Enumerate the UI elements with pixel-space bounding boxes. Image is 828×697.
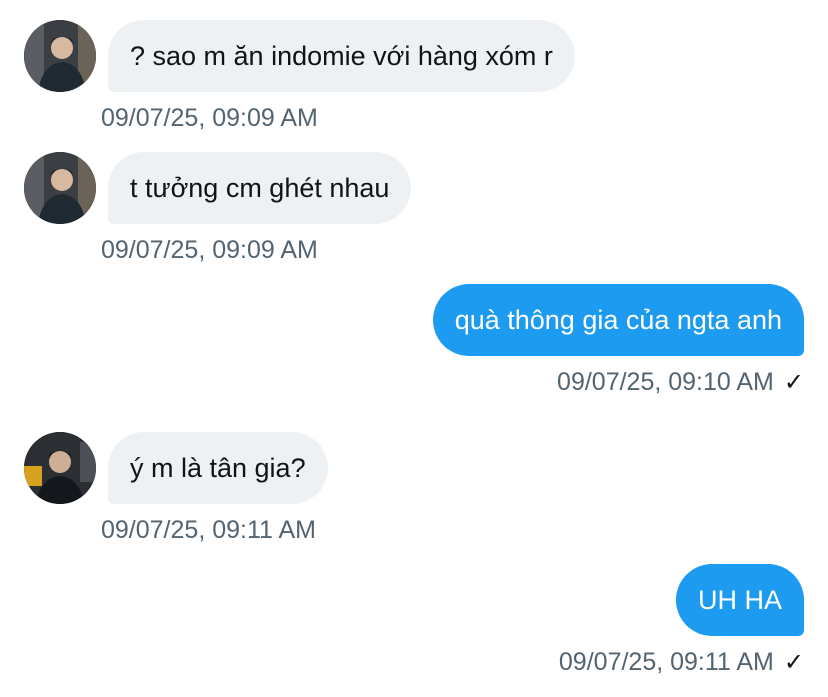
message-timestamp: 09/07/25, 09:10 AM ✓ [557, 367, 804, 398]
message-timestamp: 09/07/25, 09:11 AM [101, 516, 316, 544]
message-bubble[interactable]: UH HA [675, 564, 804, 636]
message-bubble[interactable]: ? sao m ăn indomie với hàng xóm r [108, 20, 575, 92]
message-timestamp: 09/07/25, 09:11 AM ✓ [559, 647, 804, 678]
sent-check-icon: ✓ [783, 649, 804, 676]
message-bubble[interactable]: ý m là tân gia? [108, 432, 328, 504]
timestamp-text: 09/07/25, 09:10 AM [557, 368, 774, 396]
message-bubble[interactable]: quà thông gia của ngta anh [432, 284, 804, 356]
sender-avatar[interactable] [24, 20, 96, 92]
sender-avatar[interactable] [24, 432, 96, 504]
timestamp-text: 09/07/25, 09:11 AM [558, 648, 774, 676]
message-timestamp: 09/07/25, 09:09 AM [101, 104, 318, 132]
message-bubble[interactable]: t tưởng cm ghét nhau [108, 152, 412, 224]
message-timestamp: 09/07/25, 09:09 AM [101, 236, 318, 264]
message-thread: ? sao m ăn indomie với hàng xóm r 09/07/… [0, 0, 828, 697]
avatar-photo-icon [24, 20, 96, 92]
avatar-photo-icon [24, 152, 96, 224]
avatar-photo-icon [24, 432, 96, 504]
sent-check-icon: ✓ [783, 369, 804, 396]
sender-avatar[interactable] [24, 152, 96, 224]
